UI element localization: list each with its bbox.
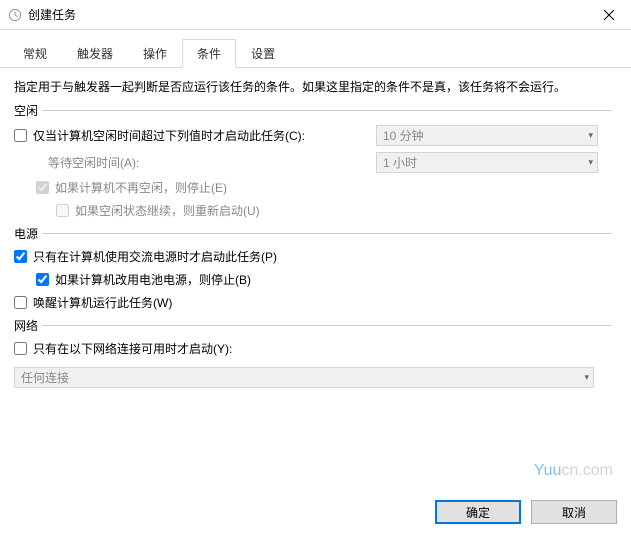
titlebar: 创建任务	[0, 0, 631, 30]
watermark-prefix: Yuu	[534, 462, 562, 479]
cancel-button[interactable]: 取消	[531, 500, 617, 524]
network-combo[interactable]: 任何连接 ▾	[14, 367, 594, 388]
divider	[42, 325, 612, 326]
footer: 确定 取消	[0, 488, 631, 536]
group-network-label: 网络	[14, 317, 42, 334]
stop-if-not-idle-checkbox: 如果计算机不再空闲，则停止(E)	[36, 179, 227, 196]
tab-strip: 常规 触发器 操作 条件 设置	[0, 30, 631, 68]
chevron-down-icon: ▾	[588, 157, 593, 168]
wake-to-run-input[interactable]	[14, 296, 27, 309]
tab-general[interactable]: 常规	[8, 39, 62, 68]
tab-settings[interactable]: 设置	[236, 39, 290, 68]
watermark: Yuucn.com	[534, 462, 613, 480]
only-if-network-label: 只有在以下网络连接可用时才启动(Y):	[33, 340, 232, 357]
wake-to-run-checkbox[interactable]: 唤醒计算机运行此任务(W)	[14, 294, 172, 311]
close-icon	[604, 10, 614, 20]
divider	[42, 233, 612, 234]
close-button[interactable]	[587, 1, 631, 29]
stop-on-battery-label: 如果计算机改用电池电源，则停止(B)	[55, 271, 251, 288]
start-only-idle-label: 仅当计算机空闲时间超过下列值时才启动此任务(C):	[33, 127, 305, 144]
wait-idle-label: 等待空闲时间(A):	[14, 154, 376, 171]
only-if-network-input[interactable]	[14, 342, 27, 355]
restart-if-idle-checkbox: 如果空闲状态继续，则重新启动(U)	[56, 202, 260, 219]
stop-on-battery-input[interactable]	[36, 273, 49, 286]
restart-if-idle-label: 如果空闲状态继续，则重新启动(U)	[75, 202, 260, 219]
group-idle-label: 空闲	[14, 102, 42, 119]
stop-if-not-idle-label: 如果计算机不再空闲，则停止(E)	[55, 179, 227, 196]
wait-idle-value: 1 小时	[383, 154, 417, 171]
tab-conditions[interactable]: 条件	[182, 39, 236, 68]
start-only-idle-checkbox[interactable]: 仅当计算机空闲时间超过下列值时才启动此任务(C):	[14, 127, 376, 144]
content-area: 指定用于与触发器一起判断是否应运行该任务的条件。如果这里指定的条件不是真，该任务…	[0, 68, 631, 404]
divider	[42, 110, 612, 111]
only-ac-input[interactable]	[14, 250, 27, 263]
tab-triggers[interactable]: 触发器	[62, 39, 128, 68]
chevron-down-icon: ▾	[584, 372, 589, 383]
network-combo-value: 任何连接	[21, 369, 69, 386]
idle-duration-combo[interactable]: 10 分钟 ▾	[376, 125, 598, 146]
idle-duration-value: 10 分钟	[383, 127, 424, 144]
watermark-suffix: cn.com	[561, 462, 613, 479]
group-power-header: 电源	[14, 225, 612, 242]
only-ac-label: 只有在计算机使用交流电源时才启动此任务(P)	[33, 248, 277, 265]
chevron-down-icon: ▾	[588, 130, 593, 141]
stop-on-battery-checkbox[interactable]: 如果计算机改用电池电源，则停止(B)	[36, 271, 251, 288]
start-only-idle-input[interactable]	[14, 129, 27, 142]
window-title: 创建任务	[28, 6, 587, 23]
description-text: 指定用于与触发器一起判断是否应运行该任务的条件。如果这里指定的条件不是真，该任务…	[14, 78, 617, 96]
group-power-label: 电源	[14, 225, 42, 242]
group-network-header: 网络	[14, 317, 612, 334]
wait-idle-combo[interactable]: 1 小时 ▾	[376, 152, 598, 173]
only-ac-checkbox[interactable]: 只有在计算机使用交流电源时才启动此任务(P)	[14, 248, 277, 265]
wake-to-run-label: 唤醒计算机运行此任务(W)	[33, 294, 172, 311]
tab-actions[interactable]: 操作	[128, 39, 182, 68]
restart-if-idle-input	[56, 204, 69, 217]
task-scheduler-icon	[8, 8, 22, 22]
stop-if-not-idle-input	[36, 181, 49, 194]
only-if-network-checkbox[interactable]: 只有在以下网络连接可用时才启动(Y):	[14, 340, 232, 357]
ok-button[interactable]: 确定	[435, 500, 521, 524]
group-idle-header: 空闲	[14, 102, 612, 119]
